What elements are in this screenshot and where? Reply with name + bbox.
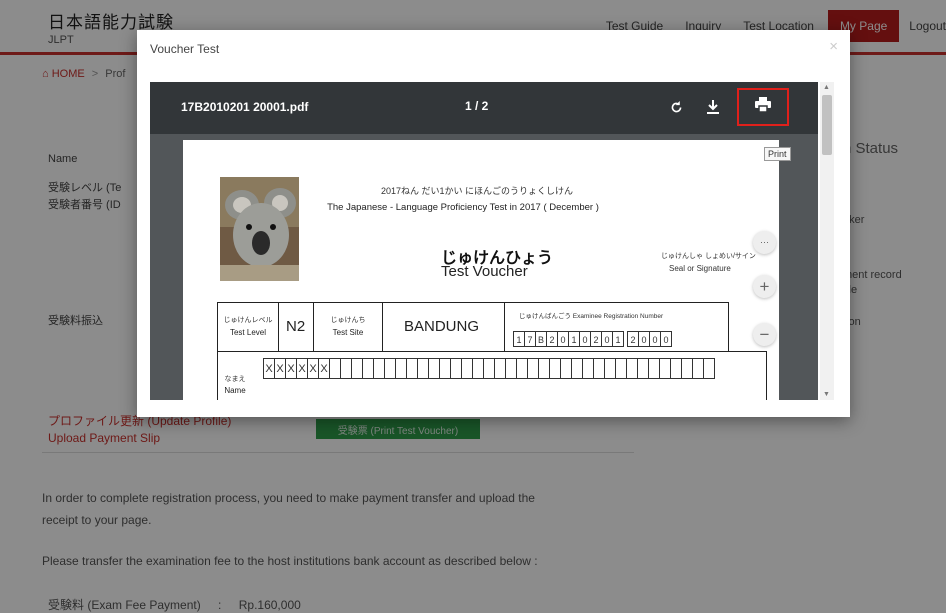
zoom-out-icon[interactable]: − <box>753 323 776 346</box>
regno-digit: 0 <box>660 331 672 347</box>
level-label-jp: じゅけんレベル <box>223 317 273 324</box>
site-cell-label <box>313 302 383 352</box>
modal-title: Voucher Test <box>150 42 220 56</box>
seal-label-en: Seal or Signature <box>669 264 731 273</box>
zoom-in-icon[interactable]: + <box>753 275 776 298</box>
voucher-title-en: Test Voucher <box>441 263 528 280</box>
download-icon[interactable] <box>702 96 724 118</box>
regno-digits: 1 7 B 2 0 1 0 2 0 1 2 0 0 0 <box>513 331 672 347</box>
site-label-jp: じゅけんち <box>330 317 366 324</box>
page-indicator: 1 / 2 <box>465 99 489 113</box>
print-button-highlight[interactable] <box>737 88 789 126</box>
scroll-up-icon[interactable]: ▲ <box>823 84 830 91</box>
exam-title-jp: 2017ねん だい1かい にほんごのうりょくしけん <box>381 186 574 196</box>
modal-scrollbar[interactable]: ▲ ▼ <box>820 82 834 400</box>
print-tooltip: Print <box>764 147 791 161</box>
name-label-jp: なまえ <box>224 376 246 383</box>
scroll-thumb[interactable] <box>822 95 832 155</box>
name-grid: XXXXXX <box>263 358 715 379</box>
site-label-en: Test Site <box>332 328 364 337</box>
name-char-box <box>703 358 715 379</box>
level-value: N2 <box>286 318 306 335</box>
examinee-photo <box>220 177 299 281</box>
level-label-en: Test Level <box>229 328 267 337</box>
print-icon[interactable] <box>755 97 771 117</box>
refresh-icon[interactable] <box>665 96 687 118</box>
name-label-en: Name <box>224 386 246 395</box>
exam-title-en: The Japanese - Language Proficiency Test… <box>327 202 599 213</box>
site-value: BANDUNG <box>404 318 480 335</box>
seal-label-jp: じゅけんしゃ しょめい/サイン <box>661 253 756 260</box>
close-icon[interactable]: × <box>829 38 838 55</box>
pdf-page: 2017ねん だい1かい にほんごのうりょくしけん The Japanese -… <box>183 140 779 400</box>
pdf-toolbar: 17B2010201 20001.pdf 1 / 2 <box>150 82 818 134</box>
voucher-modal: Voucher Test × 17B2010201 20001.pdf 1 / … <box>137 30 850 417</box>
pdf-viewer[interactable]: 17B2010201 20001.pdf 1 / 2 2017ねん だい1かい … <box>150 82 818 400</box>
level-cell-label <box>217 302 279 352</box>
regno-label: じゅけんばんごう Examinee Registration Number <box>519 313 664 320</box>
fit-page-icon[interactable]: ⋯ <box>753 231 776 254</box>
pdf-file-name: 17B2010201 20001.pdf <box>181 100 309 114</box>
scroll-down-icon[interactable]: ▼ <box>823 391 830 398</box>
